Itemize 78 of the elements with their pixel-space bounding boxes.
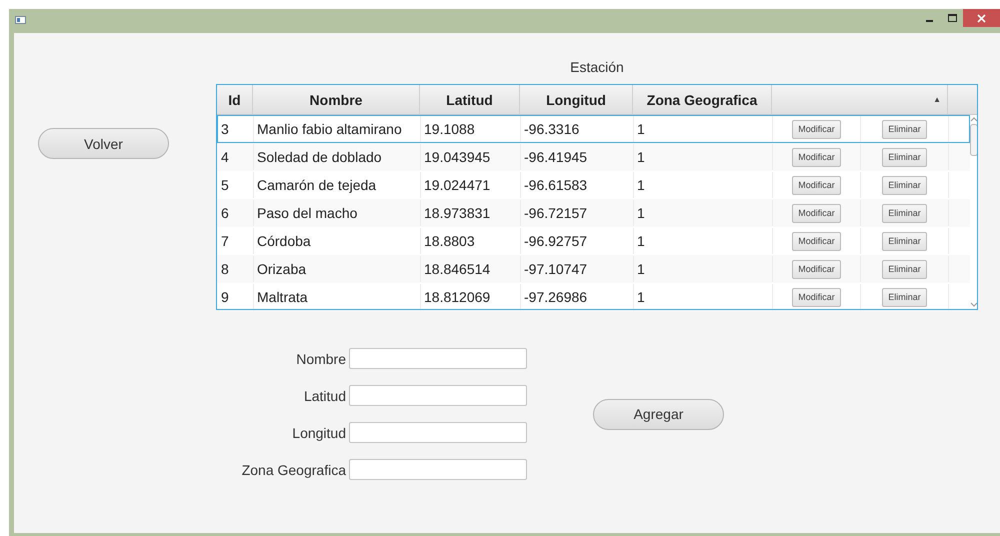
modify-button[interactable]: Modificar: [792, 204, 841, 222]
delete-button[interactable]: Eliminar: [882, 204, 927, 222]
table-cell: 1: [634, 144, 773, 170]
table-row[interactable]: 6 Paso del macho 18.973831 -96.72157 1 Modificar Eliminar: [217, 199, 970, 227]
table-cell: -96.72157: [521, 200, 634, 226]
delete-button[interactable]: Eliminar: [882, 120, 927, 138]
delete-button[interactable]: Eliminar: [882, 260, 927, 278]
table-cell: 1: [634, 228, 773, 254]
window-icon: [15, 16, 26, 24]
table-cell: -96.3316: [521, 116, 634, 142]
table-title: Estación: [570, 59, 624, 76]
table-cell: 6: [218, 200, 254, 226]
table-row[interactable]: 4 Soledad de doblado 19.043945 -96.41945 1 Modificar Eliminar: [217, 143, 970, 171]
field-label: Nombre: [296, 350, 346, 366]
table-row[interactable]: 8 Orizaba 18.846514 -97.10747 1 Modificar Eliminar: [217, 255, 970, 283]
scroll-up-icon[interactable]: [970, 117, 977, 122]
close-button[interactable]: [963, 9, 1000, 27]
table-cell: -97.26986: [521, 284, 634, 309]
table-row[interactable]: 3 Manlio fabio altamirano 19.1088 -96.3316 1 Modificar Eliminar: [217, 115, 970, 143]
table-cell: Manlio fabio altamirano: [254, 116, 421, 142]
delete-button[interactable]: Eliminar: [882, 288, 927, 306]
scrollbar-thumb[interactable]: [970, 124, 977, 156]
field-label: Zona Geografica: [242, 462, 346, 478]
table-cell: -96.61583: [521, 172, 634, 198]
field-label: Latitud: [304, 388, 346, 404]
table-cell: 19.1088: [421, 116, 521, 142]
table-cell: -96.92757: [521, 228, 634, 254]
scroll-down-icon[interactable]: [970, 302, 977, 307]
table-cell: Camarón de tejeda: [254, 172, 421, 198]
delete-button[interactable]: Eliminar: [882, 148, 927, 166]
back-button[interactable]: Volver: [38, 128, 169, 159]
sort-indicator[interactable]: ▲: [933, 95, 941, 104]
modify-button[interactable]: Modificar: [792, 288, 841, 306]
field-label: Longitud: [292, 424, 346, 440]
table-cell: 1: [634, 200, 773, 226]
close-icon: [977, 14, 986, 22]
table-cell: 19.024471: [421, 172, 521, 198]
delete-button[interactable]: Eliminar: [882, 232, 927, 250]
column-header[interactable]: Zona Geografica: [633, 85, 772, 114]
scrollbar[interactable]: [970, 115, 977, 309]
input-field[interactable]: [349, 422, 527, 443]
table-cell: 8: [218, 256, 254, 282]
table-cell: 4: [218, 144, 254, 170]
add-button[interactable]: Agregar: [593, 398, 724, 430]
table-cell: 18.973831: [421, 200, 521, 226]
table-cell: 18.846514: [421, 256, 521, 282]
modify-button[interactable]: Modificar: [792, 176, 841, 194]
column-header[interactable]: Nombre: [253, 85, 420, 114]
table-cell: 1: [634, 284, 773, 309]
table-cell: -97.10747: [521, 256, 634, 282]
input-field[interactable]: [349, 385, 527, 406]
maximize-icon: [948, 14, 956, 22]
delete-button[interactable]: Eliminar: [882, 176, 927, 194]
table-cell: Córdoba: [254, 228, 421, 254]
column-header[interactable]: Longitud: [520, 85, 633, 114]
column-header[interactable]: Latitud: [420, 85, 520, 114]
input-field[interactable]: [349, 348, 527, 369]
modify-button[interactable]: Modificar: [792, 120, 841, 138]
table-cell: 3: [218, 116, 254, 142]
table-cell: 19.043945: [421, 144, 521, 170]
modify-button[interactable]: Modificar: [792, 260, 841, 278]
table-cell: 1: [634, 116, 773, 142]
table-cell: 18.8803: [421, 228, 521, 254]
table-cell: Orizaba: [254, 256, 421, 282]
modify-button[interactable]: Modificar: [792, 232, 841, 250]
table-cell: 7: [218, 228, 254, 254]
table-cell: 1: [634, 172, 773, 198]
modify-button[interactable]: Modificar: [792, 148, 841, 166]
table-cell: 1: [634, 256, 773, 282]
column-header[interactable]: Id: [217, 85, 253, 114]
input-field[interactable]: [349, 459, 527, 480]
table-cell: Maltrata: [254, 284, 421, 309]
table-cell: 5: [218, 172, 254, 198]
table-cell: Paso del macho: [254, 200, 421, 226]
table-cell: Soledad de doblado: [254, 144, 421, 170]
table-cell: -96.41945: [521, 144, 634, 170]
table-cell: 9: [218, 284, 254, 309]
table-cell: 18.812069: [421, 284, 521, 309]
